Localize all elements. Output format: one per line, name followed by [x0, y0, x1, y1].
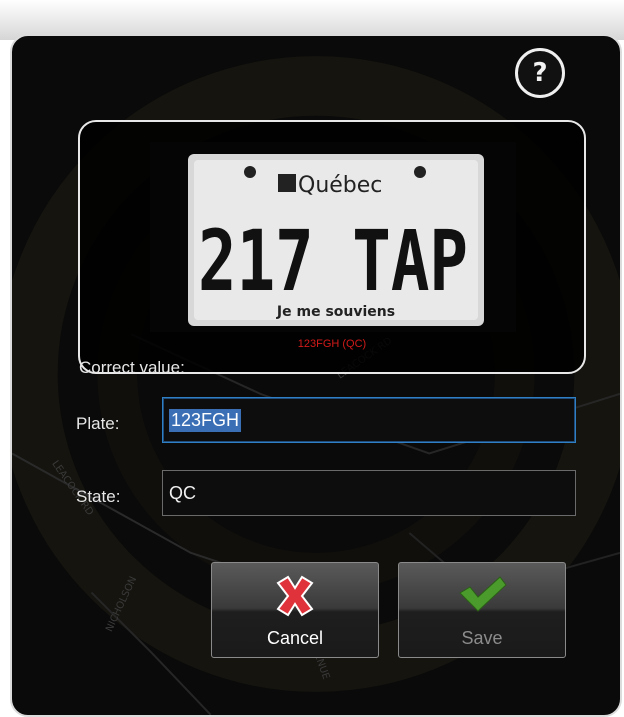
- checkmark-icon: [459, 576, 507, 612]
- plate-motto: Je me souviens: [276, 304, 395, 320]
- plate-number: 217 TAP: [198, 212, 468, 310]
- help-button[interactable]: ?: [515, 48, 565, 98]
- plate-province: Québec: [298, 173, 382, 198]
- plate-input[interactable]: 123FGH: [162, 397, 576, 443]
- question-icon: ?: [532, 58, 548, 88]
- state-label: State:: [76, 487, 121, 506]
- plate-image-panel: Québec 217 TAP Je me souviens 123FGH (QC…: [78, 120, 586, 374]
- cancel-label: Cancel: [266, 628, 324, 648]
- plate-caption: 123FGH (QC): [297, 338, 367, 350]
- correct-value-label: Correct value:: [79, 358, 185, 377]
- state-input-value: QC: [169, 482, 196, 503]
- save-label: Save: [461, 628, 503, 648]
- plate-label: Plate:: [76, 414, 120, 433]
- license-plate-image: Québec 217 TAP Je me souviens: [150, 142, 516, 332]
- cancel-button[interactable]: Cancel: [211, 562, 379, 658]
- plate-input-value: 123FGH: [169, 408, 242, 432]
- x-icon: [276, 575, 314, 617]
- state-input[interactable]: QC: [162, 470, 576, 516]
- save-button[interactable]: Save: [398, 562, 566, 658]
